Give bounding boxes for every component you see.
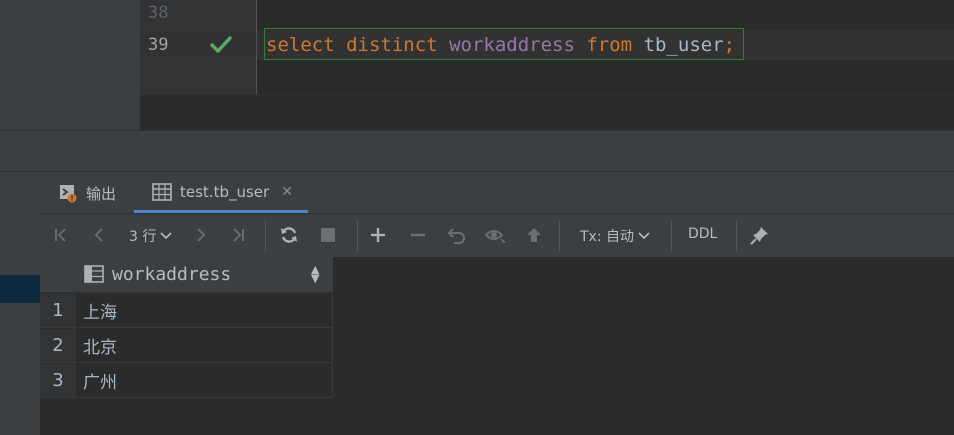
toolbar-separator	[265, 220, 266, 252]
row-number: 3	[40, 364, 76, 398]
tab-table-label: test.tb_user	[180, 183, 270, 201]
transaction-mode-label: Tx: 自动	[580, 229, 635, 245]
row-count-label: 3 行	[129, 229, 157, 245]
console-output-icon	[60, 185, 77, 203]
checkmark-icon	[210, 36, 232, 53]
next-page-icon[interactable]	[190, 222, 212, 248]
toolbar-separator	[559, 220, 560, 252]
column-icon	[84, 265, 104, 283]
revert-icon[interactable]	[446, 222, 468, 248]
add-row-icon[interactable]	[367, 222, 389, 248]
left-panel-selected-item[interactable]	[0, 275, 40, 303]
code-token: workaddress	[449, 34, 575, 56]
delete-row-icon[interactable]	[407, 222, 429, 248]
sort-icon[interactable]: ▲ ▼	[311, 264, 319, 284]
chevron-down-icon	[638, 232, 650, 240]
toolbar-separator	[671, 220, 672, 252]
services-header-bar	[0, 130, 954, 172]
table-icon	[152, 183, 172, 201]
preview-icon[interactable]	[484, 222, 508, 248]
tab-output[interactable]: 输出	[58, 181, 116, 205]
table-cell[interactable]: 北京	[77, 329, 333, 363]
chevron-down-icon	[160, 232, 172, 240]
last-page-icon[interactable]	[227, 222, 249, 248]
line-number: 39	[148, 35, 169, 55]
code-token: select	[266, 34, 335, 56]
editor-bottom-area	[140, 94, 954, 131]
tab-test-tb-user[interactable]: test.tb_user ✕	[134, 171, 308, 213]
code-token: distinct	[346, 34, 438, 56]
close-icon[interactable]: ✕	[281, 184, 293, 200]
left-panel-lower	[0, 213, 40, 435]
toolbar-separator	[736, 220, 737, 252]
line-number: 38	[148, 3, 169, 23]
ddl-label: DDL	[688, 226, 718, 242]
submit-icon[interactable]	[523, 222, 545, 248]
code-token: tb_user	[643, 34, 724, 56]
column-header-label: workaddress	[112, 264, 232, 285]
ddl-button[interactable]: DDL	[688, 226, 717, 242]
prev-page-icon[interactable]	[88, 222, 110, 248]
first-page-icon[interactable]	[50, 222, 72, 248]
sql-statement[interactable]: select distinct workaddress from tb_user…	[266, 33, 735, 57]
row-count-selector[interactable]: 3 行	[129, 226, 172, 246]
row-number: 1	[40, 294, 76, 328]
left-panel	[0, 0, 140, 130]
code-token: ;	[723, 34, 736, 56]
table-cell[interactable]: 上海	[77, 294, 333, 328]
table-cell[interactable]: 广州	[77, 364, 333, 398]
gutter-separator	[256, 0, 257, 94]
code-token: from	[586, 34, 633, 56]
row-number: 2	[40, 329, 76, 363]
refresh-icon[interactable]	[277, 222, 301, 248]
toolbar-separator	[357, 220, 358, 252]
tab-output-label: 输出	[86, 184, 117, 203]
stop-icon[interactable]	[317, 222, 339, 248]
transaction-mode-selector[interactable]: Tx: 自动	[580, 226, 650, 246]
pin-icon[interactable]	[748, 222, 772, 248]
